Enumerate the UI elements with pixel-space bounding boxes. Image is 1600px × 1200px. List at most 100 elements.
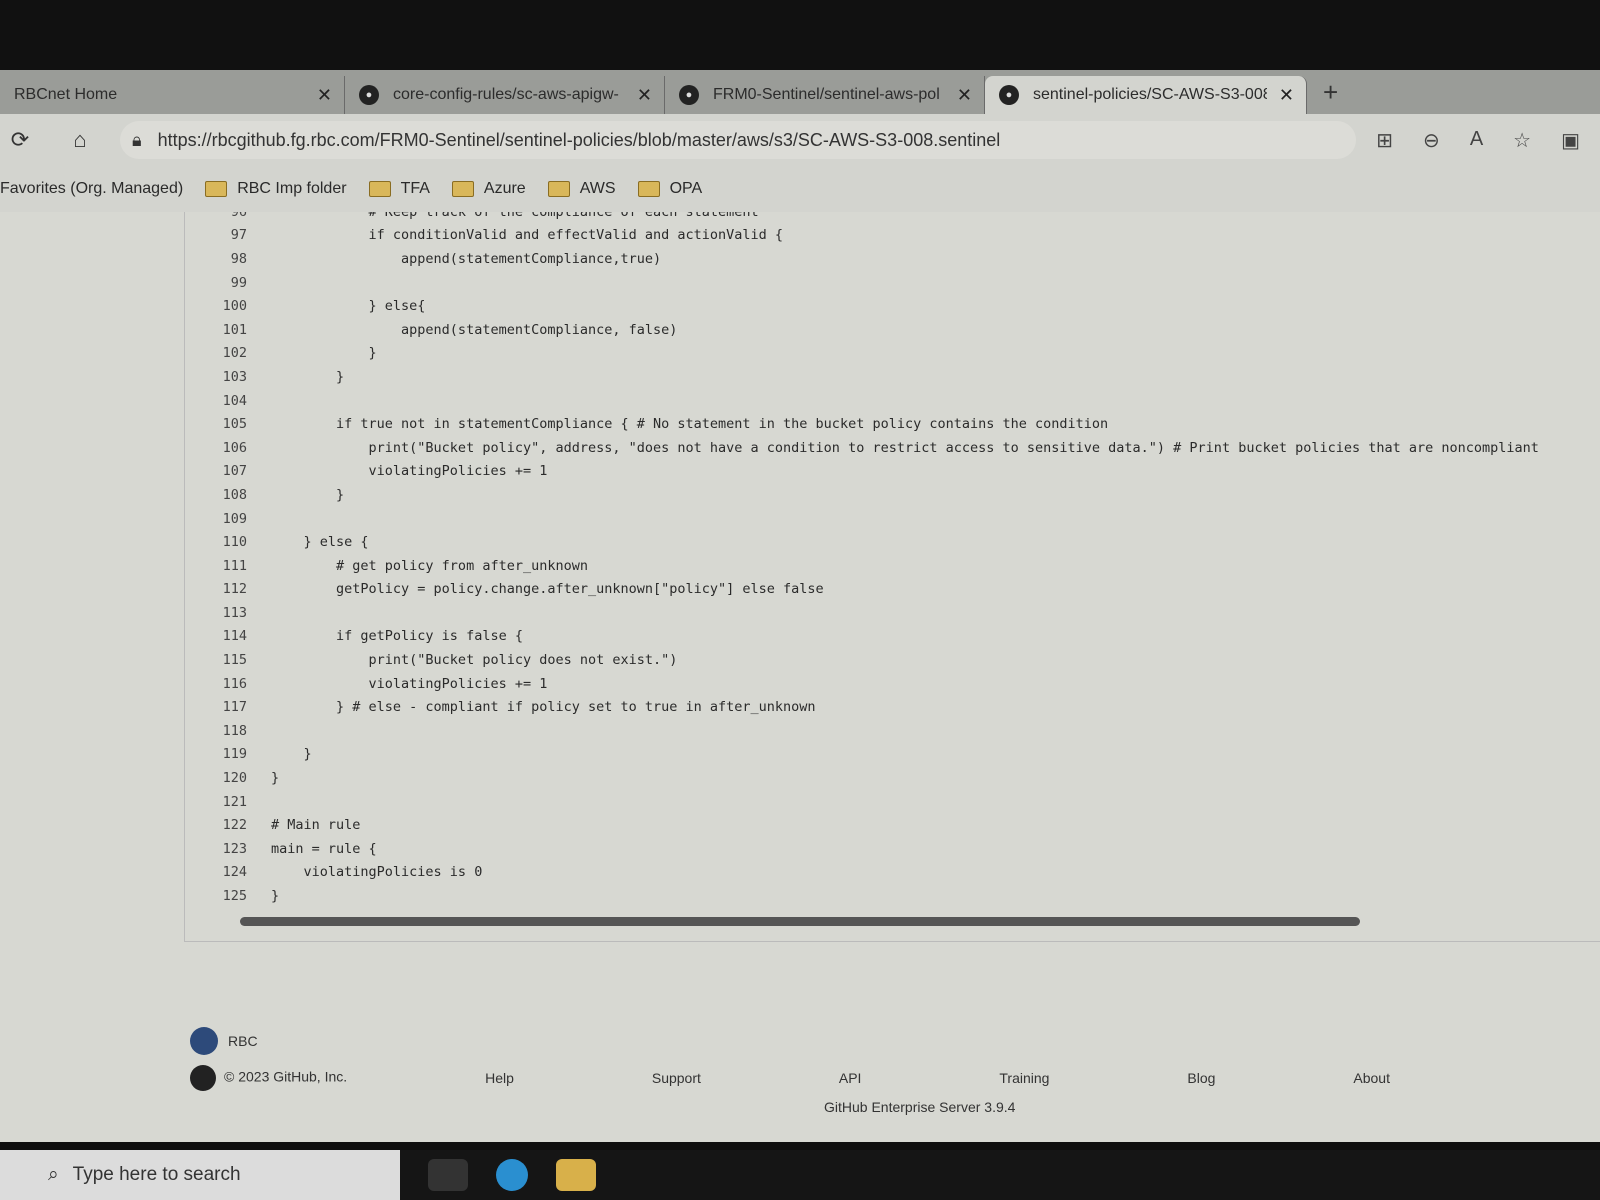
folder-label: AWS [579,180,616,197]
line-number[interactable]: 100 [185,298,265,314]
favorite-folder[interactable]: Azure [451,180,526,198]
zoom-out-icon[interactable]: ⊖ [1423,128,1440,153]
code-line: 104 [185,389,1600,413]
folder-icon [547,181,570,197]
tab-sentinel-aws-pol[interactable]: ● FRM0-Sentinel/sentinel-aws-pol ✕ [665,76,985,114]
favorite-folder[interactable]: TFA [368,180,430,198]
favorite-folder[interactable]: OPA [637,180,703,198]
code-line: 99 [185,271,1600,295]
code-text: } [271,486,345,503]
favorite-folder[interactable]: AWS [547,180,616,198]
tab-core-config-rules[interactable]: ● core-config-rules/sc-aws-apigw- ✕ [345,76,665,114]
code-line: 121 [185,790,1600,814]
code-text: } else{ [271,298,426,315]
code-line: 98 append(statementCompliance,true) [185,247,1600,271]
line-number[interactable]: 112 [185,581,265,597]
tab-title: RBCnet Home [14,86,118,103]
footer-link-api[interactable]: API [839,1070,862,1086]
tab-sentinel-policies[interactable]: ● sentinel-policies/SC-AWS-S3-008 ✕ [985,76,1307,114]
line-number[interactable]: 106 [185,440,265,456]
line-number[interactable]: 125 [185,888,265,904]
code-text: } [271,746,312,763]
line-number[interactable]: 123 [185,841,265,857]
line-number[interactable]: 113 [185,605,265,621]
line-number[interactable]: 98 [185,251,265,267]
code-text: # Keep track of the compliance of each s… [265,212,759,220]
line-number[interactable]: 107 [185,463,265,479]
line-number[interactable]: 115 [185,652,265,668]
code-line: 123 main = rule { [185,837,1600,861]
folder-icon [451,181,474,197]
line-number[interactable]: 110 [185,534,265,550]
line-number[interactable]: 119 [185,746,265,762]
line-number[interactable]: 103 [185,369,265,385]
favorite-folder[interactable]: RBC Imp folder [205,180,347,198]
code-line: 113 [185,601,1600,625]
tab-rbcnet-home[interactable]: RBCnet Home ✕ [0,76,345,308]
code-text: if conditionValid and effectValid and ac… [271,227,784,244]
code-line: 120} [185,766,1600,790]
code-text: } else { [271,534,369,551]
close-icon[interactable]: ✕ [637,85,652,106]
code-text: } [271,770,280,787]
scrollbar-thumb[interactable] [240,917,1360,926]
search-icon: ⌕ [48,1164,59,1185]
close-icon[interactable]: ✕ [957,85,972,106]
line-number[interactable]: 102 [185,345,265,361]
code-line: 110 } else { [185,530,1600,554]
line-number[interactable]: 108 [185,487,265,503]
taskbar-search[interactable]: ⌕ Type here to search [0,1150,400,1200]
line-number[interactable]: 111 [185,558,265,574]
new-tab-button[interactable]: + [1323,77,1338,108]
code-text: # get policy from after_unknown [271,557,588,574]
line-number[interactable]: 117 [185,699,265,715]
favorites-label[interactable]: Favorites (Org. Managed) [0,180,183,198]
line-number[interactable]: 101 [185,322,265,338]
code-text: } [271,368,345,385]
footer-link-about[interactable]: About [1353,1070,1390,1086]
line-number[interactable]: 97 [185,227,265,243]
line-number[interactable]: 120 [185,770,265,786]
task-view-icon[interactable] [428,1159,468,1191]
line-number[interactable]: 122 [185,817,265,833]
code-text: append(statementCompliance, false) [271,321,678,338]
copyright-text: © 2023 GitHub, Inc. [224,1068,348,1085]
edge-icon[interactable] [496,1159,528,1191]
code-line: 112 getPolicy = policy.change.after_unkn… [185,578,1600,602]
code-line: 114 if getPolicy is false { [185,625,1600,649]
close-icon[interactable]: ✕ [1279,85,1294,106]
line-number[interactable]: 121 [185,794,265,810]
line-number[interactable]: 104 [185,393,265,409]
footer-link-blog[interactable]: Blog [1187,1070,1215,1086]
screen-bezel [0,0,1600,70]
line-number[interactable]: 105 [185,416,265,432]
line-number[interactable]: 116 [185,676,265,692]
favorite-star-icon[interactable]: ☆ [1513,128,1531,153]
search-placeholder: Type here to search [72,1164,241,1185]
footer-link-training[interactable]: Training [999,1070,1049,1086]
code-text: append(statementCompliance,true) [271,250,662,267]
address-bar[interactable]: 🔒︎ https://rbcgithub.fg.rbc.com/FRM0-Sen… [120,121,1357,159]
apps-icon[interactable]: ⊞ [1376,128,1393,153]
horizontal-scrollbar[interactable] [220,914,1600,928]
tab-title: core-config-rules/sc-aws-apigw- [393,86,619,103]
code-line: 124 violatingPolicies is 0 [185,861,1600,885]
line-number[interactable]: 109 [185,511,265,527]
refresh-icon[interactable]: ⟳ [0,127,40,153]
code-line: 106 print("Bucket policy", address, "doe… [185,436,1600,460]
code-text: violatingPolicies is 0 [271,864,483,881]
folder-label: OPA [669,180,703,197]
file-explorer-icon[interactable] [556,1159,596,1191]
code-line: 96 # Keep track of the compliance of eac… [185,212,1600,224]
line-number[interactable]: 114 [185,628,265,644]
close-icon[interactable]: ✕ [317,85,332,106]
read-aloud-icon[interactable]: A [1470,128,1483,153]
home-icon[interactable]: ⌂ [60,127,100,153]
extension-icon[interactable]: ▣ [1561,128,1580,153]
line-number[interactable]: 118 [185,723,265,739]
footer-link-help[interactable]: Help [485,1070,514,1086]
line-number[interactable]: 124 [185,864,265,880]
line-number[interactable]: 99 [185,275,265,291]
footer-link-support[interactable]: Support [652,1070,701,1086]
line-number[interactable]: 96 [185,212,265,220]
